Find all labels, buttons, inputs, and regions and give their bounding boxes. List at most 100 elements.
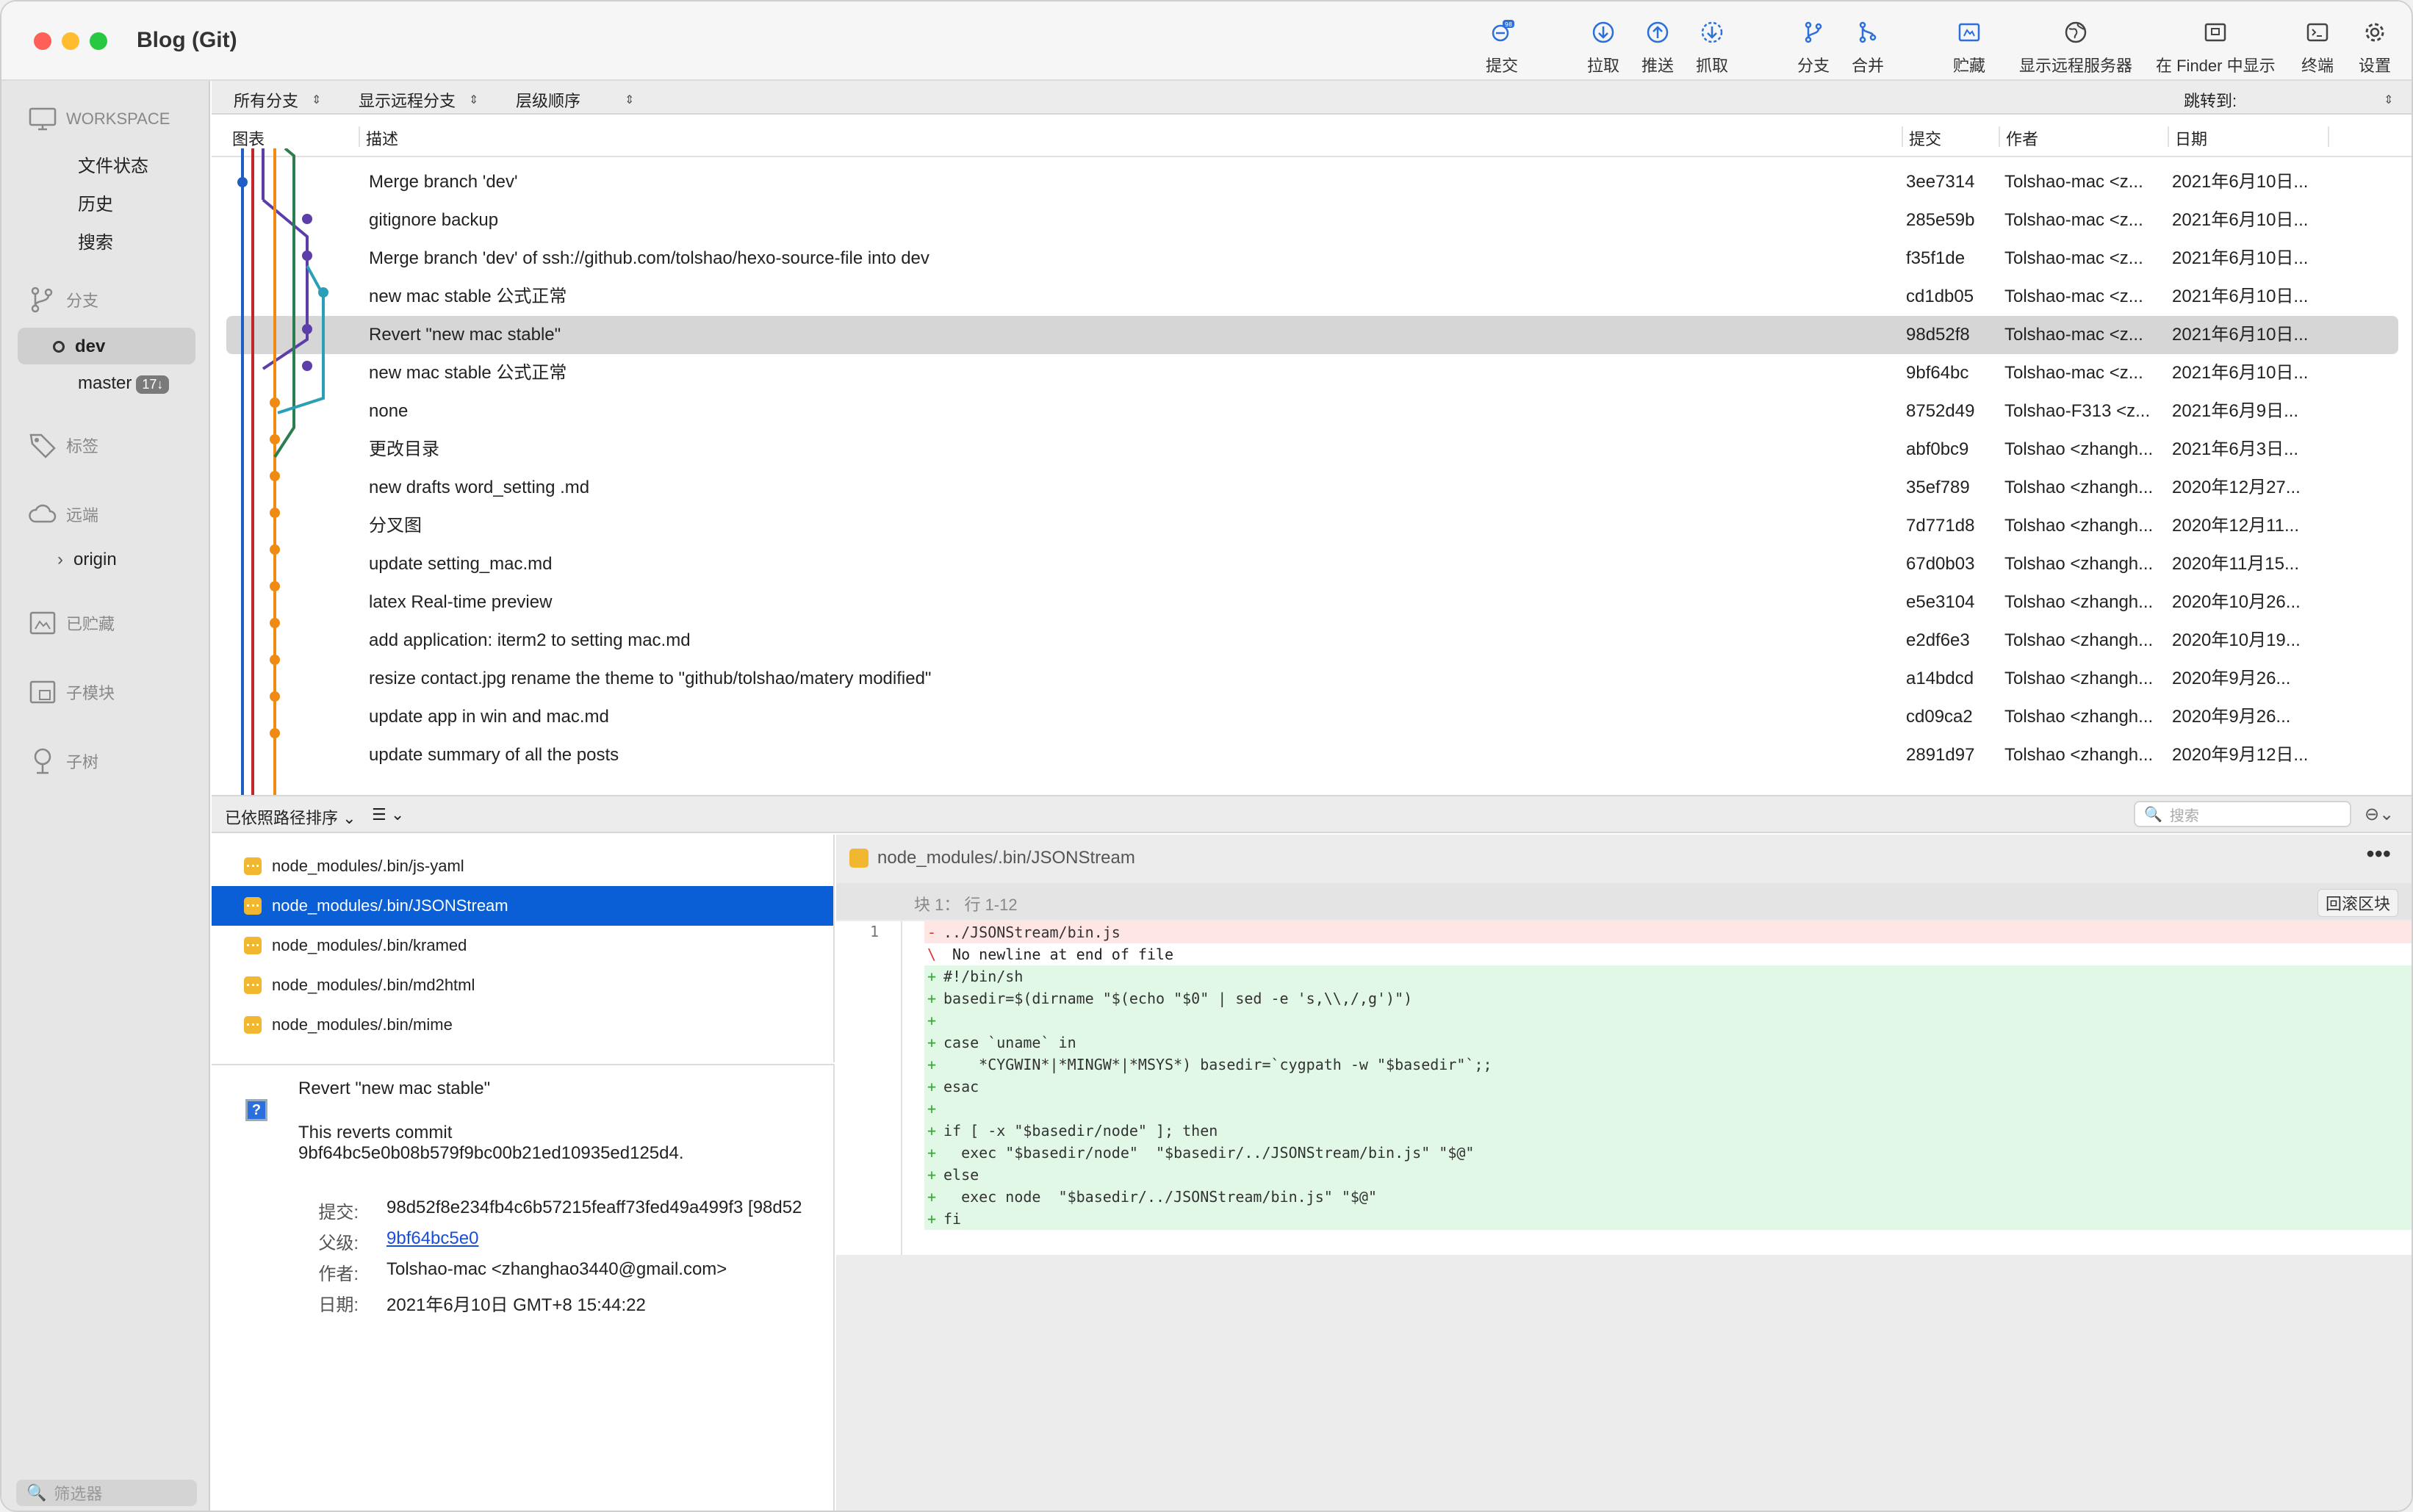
minimize-window-button[interactable] [62,32,79,50]
diff-sign: + [927,1012,937,1029]
diff-line[interactable]: + *CYGWIN*|*MINGW*|*MSYS*) basedir=`cygp… [924,1054,2412,1076]
table-row[interactable]: Merge branch 'dev' of ssh://github.com/t… [212,240,2412,278]
sidebar-item-file-status[interactable]: 文件状态 [78,151,148,177]
order-select[interactable]: 层级顺序 ⇕ [516,88,634,112]
table-row[interactable]: Revert "new mac stable" 98d52f8 Tolshao-ma… [226,316,2398,354]
table-row[interactable]: new mac stable 公式正常 9bf64bc Tolshao-mac <z… [212,354,2412,392]
jump-to-select[interactable]: 跳转到: ⇕ [2184,88,2394,112]
table-row[interactable]: update setting_mac.md 67d0b03 Tolshao <zha… [212,545,2412,583]
column-description[interactable]: 描述 [359,126,398,148]
sidebar-section-stashes[interactable]: 已贮藏 [28,608,115,638]
list-item[interactable]: node_modules/.bin/mime [212,1005,833,1045]
rollback-hunk-button[interactable]: 回滚区块 [2317,889,2398,917]
sidebar-item-search[interactable]: 搜索 [78,228,113,253]
branch-button[interactable]: 分支 [1797,18,1830,76]
more-icon[interactable]: ••• [2366,840,2391,868]
parent-link[interactable]: 9bf64bc5e0 [386,1228,478,1249]
diff-line[interactable]: - ../JSONStream/bin.js [924,921,2412,943]
graph-commit-dot[interactable] [302,251,312,261]
sidebar-branch-dev[interactable]: dev [53,336,105,357]
commit-author: Tolshao <zhangh... [2004,592,2154,612]
sidebar-section-submodules[interactable]: 子模块 [28,677,115,707]
remote-filter-select[interactable]: 显示远程分支 ⇕ [359,88,478,112]
table-row[interactable]: 更改目录 abf0bc9 Tolshao <zhangh... 2021年6月3日..… [212,431,2412,469]
sidebar-section-subtrees[interactable]: 子树 [28,746,98,776]
graph-commit-dot[interactable] [270,655,280,665]
sidebar-remote-origin[interactable]: › origin [57,550,117,570]
show-in-finder-label: 在 Finder 中显示 [2156,57,2276,75]
list-item[interactable]: node_modules/.bin/js-yaml [212,846,833,886]
view-mode-select[interactable]: ☰ ⌄ [372,805,404,824]
graph-commit-dot[interactable] [270,508,280,518]
column-date[interactable]: 日期 [2168,126,2207,148]
table-row[interactable]: add application: iterm2 to setting mac.m… [212,622,2412,660]
merge-button[interactable]: 合并 [1852,18,1884,76]
graph-commit-dot[interactable] [318,287,328,298]
table-row[interactable]: update app in win and mac.md cd09ca2 Tolsh… [212,698,2412,736]
commit-author: Tolshao-mac <z... [2004,325,2143,345]
zoom-window-button[interactable] [90,32,107,50]
table-row[interactable]: Merge branch 'dev' 3ee7314 Tolshao-mac <z.… [212,163,2412,201]
graph-commit-dot[interactable] [237,177,248,187]
graph-commit-dot[interactable] [270,544,280,555]
diff-line[interactable]: \ No newline at end of file [924,943,2412,965]
sidebar-section-workspace[interactable]: WORKSPACE [28,104,170,134]
settings-button[interactable]: 设置 [2359,18,2391,76]
commit-button[interactable]: 98 提交 [1486,18,1518,76]
table-row[interactable]: none 8752d49 Tolshao-F313 <z... 2021年6月9日..… [212,392,2412,431]
sidebar-section-tags[interactable]: 标签 [28,431,98,460]
push-button[interactable]: 推送 [1641,18,1674,76]
close-window-button[interactable] [34,32,51,50]
sort-mode-select[interactable]: 已依照路径排序 ⌄ [225,805,356,829]
diff-line[interactable]: + fi [924,1208,2412,1230]
graph-commit-dot[interactable] [270,728,280,738]
terminal-button[interactable]: 终端 [2301,18,2334,76]
graph-commit-dot[interactable] [302,324,312,334]
commit-description: 分叉图 [369,516,422,536]
diff-line[interactable]: + esac [924,1076,2412,1098]
diff-line[interactable]: + exec node "$basedir/../JSONStream/bin.… [924,1186,2412,1208]
table-row[interactable]: 分叉图 7d771d8 Tolshao <zhangh... 2020年12月11..… [212,507,2412,545]
search-input[interactable]: 🔍 搜索 [2134,801,2351,827]
graph-commit-dot[interactable] [270,581,280,591]
graph-commit-dot[interactable] [270,434,280,444]
graph-commit-dot[interactable] [270,397,280,408]
table-row[interactable]: gitignore backup 285e59b Tolshao-mac <z...… [212,201,2412,240]
graph-commit-dot[interactable] [302,361,312,371]
pull-button[interactable]: 拉取 [1587,18,1619,76]
sidebar-item-history[interactable]: 历史 [78,190,113,215]
graph-commit-dot[interactable] [302,214,312,224]
column-author[interactable]: 作者 [1999,126,2038,148]
graph-commit-dot[interactable] [270,471,280,481]
show-remote-button[interactable]: 显示远程服务器 [2019,18,2132,76]
stash-button[interactable]: 贮藏 [1953,18,1985,76]
sidebar-section-remotes[interactable]: 远端 [28,500,98,529]
table-row[interactable]: new drafts word_setting .md 35ef789 Tolsha… [212,469,2412,507]
show-in-finder-button[interactable]: 在 Finder 中显示 [2156,18,2276,76]
branch-filter-select[interactable]: 所有分支 ⇕ [234,88,321,112]
column-graph[interactable]: 图表 [226,126,265,148]
table-row[interactable]: new mac stable 公式正常 cd1db05 Tolshao-mac <z… [212,278,2412,316]
sidebar-section-branches[interactable]: 分支 [28,285,98,314]
fetch-button[interactable]: 抓取 [1696,18,1728,76]
table-row[interactable]: update summary of all the posts 2891d97 To… [212,736,2412,774]
diff-line[interactable]: + [924,1009,2412,1032]
list-item[interactable]: node_modules/.bin/kramed [212,926,833,965]
table-row[interactable]: latex Real-time preview e5e3104 Tolshao <z… [212,583,2412,622]
column-commit[interactable]: 提交 [1902,126,1941,148]
diff-line[interactable]: + case `uname` in [924,1032,2412,1054]
graph-commit-dot[interactable] [270,691,280,702]
diff-line[interactable]: + [924,1098,2412,1120]
list-item[interactable]: node_modules/.bin/JSONStream [212,886,833,926]
diff-line[interactable]: + basedir=$(dirname "$(echo "$0" | sed -e… [924,987,2412,1009]
more-options-icon[interactable]: ⊖⌄ [2365,804,2394,825]
diff-line[interactable]: + else [924,1164,2412,1186]
list-item[interactable]: node_modules/.bin/md2html [212,965,833,1005]
diff-line[interactable]: + if [ -x "$basedir/node" ]; then [924,1120,2412,1142]
graph-commit-dot[interactable] [270,618,280,628]
sidebar-branch-master[interactable]: master 17↓ [78,373,170,394]
diff-line[interactable]: + exec "$basedir/node" "$basedir/../JSON… [924,1142,2412,1164]
diff-line[interactable]: + #!/bin/sh [924,965,2412,987]
table-row[interactable]: resize contact.jpg rename the theme to "… [212,660,2412,698]
sidebar-filter-input[interactable]: 🔍 筛选器 [16,1480,197,1506]
